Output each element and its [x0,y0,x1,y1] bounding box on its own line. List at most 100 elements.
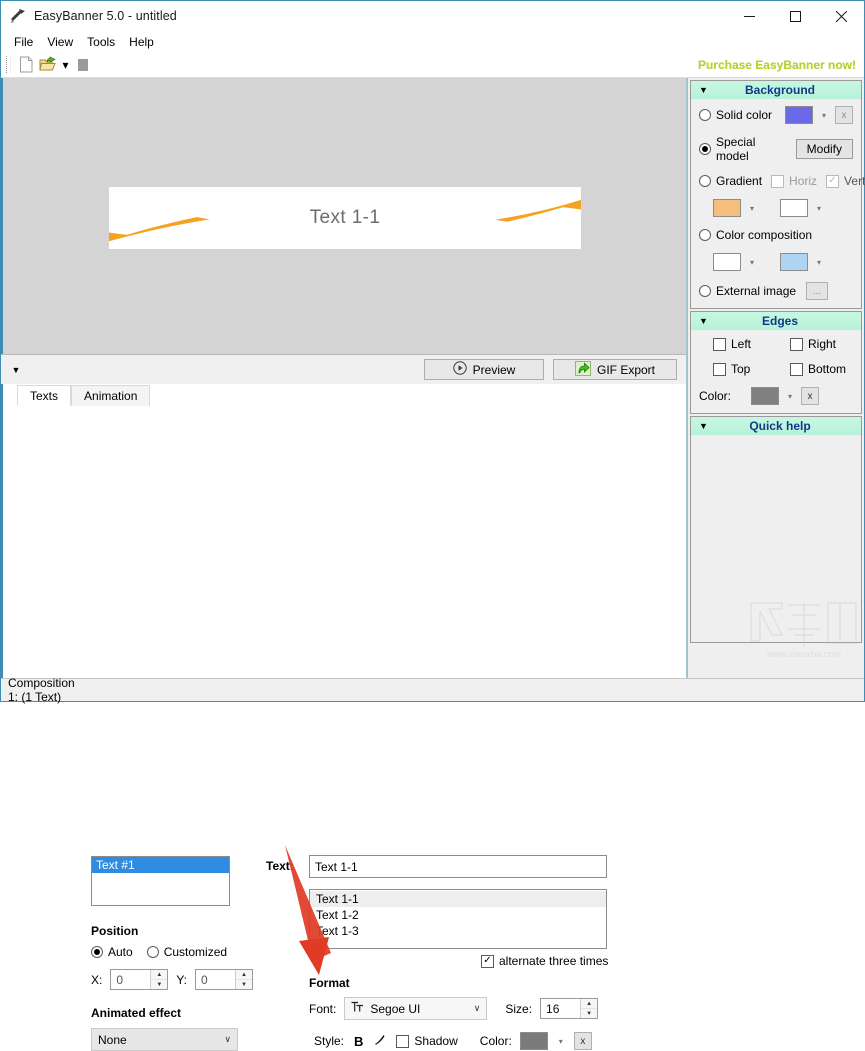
font-select[interactable]: Segoe UI ∨ [344,997,488,1020]
solid-color-radio[interactable]: Solid color [699,108,772,122]
toolbar: ▾ Purchase EasyBanner now! [1,52,864,78]
tab-texts-label: Texts [30,388,59,403]
gradient-horiz-checkbox[interactable]: Horiz [771,174,817,188]
chevron-down-icon[interactable]: ▾ [819,111,829,120]
clear-edge-color-button[interactable]: x [801,387,820,405]
new-document-icon[interactable] [15,54,37,75]
x-value[interactable]: 0 [111,970,150,989]
solid-color-swatch[interactable] [784,106,813,124]
edge-left-label: Left [731,337,752,351]
menu-item-tools[interactable]: Tools [80,33,122,51]
text-input[interactable]: Text 1-1 [309,855,607,878]
collapse-caret-icon[interactable]: ▼ [699,421,708,431]
stepper-up-icon[interactable]: ▲ [151,970,168,980]
stepper-down-icon[interactable]: ▼ [581,1009,597,1018]
chevron-down-icon[interactable]: ▾ [814,258,824,267]
edge-left-checkbox[interactable]: Left [699,337,751,351]
clear-text-color-button[interactable]: x [573,1032,592,1050]
menu-item-help[interactable]: Help [122,33,161,51]
color-composition-swatches-row: ▾ ▾ [699,253,853,271]
edges-group-header[interactable]: ▼ Edges [691,312,861,330]
stepper-up-icon[interactable]: ▲ [581,999,598,1009]
text-lines-list[interactable]: Text 1-1 Text 1-2 Text 1-3 [309,889,607,949]
banner-canvas[interactable]: Text 1-1 [1,78,686,354]
banner-preview[interactable]: Text 1-1 [109,187,581,249]
collapse-caret-icon[interactable]: ▼ [699,316,708,326]
browse-external-image-button[interactable]: ... [806,282,829,300]
open-dropdown-caret-icon[interactable]: ▾ [59,54,72,75]
chevron-down-icon[interactable]: ▾ [747,204,757,213]
special-model-radio[interactable]: Special model [699,135,790,163]
y-stepper[interactable]: 0 ▲ ▼ [195,969,254,990]
animated-effect-heading: Animated effect [91,1006,182,1020]
y-value[interactable]: 0 [196,970,235,989]
composition-color-1-swatch[interactable] [713,253,741,271]
list-item[interactable]: Text 1-3 [310,923,606,939]
list-item[interactable]: Text 1-1 [310,891,606,907]
edge-left-cell: Left [699,337,776,351]
edge-right-checkbox[interactable]: Right [776,337,836,351]
quick-help-group-title: Quick help [749,419,811,433]
gradient-color-2-swatch[interactable] [780,199,809,217]
menu-item-file[interactable]: File [7,33,40,51]
tab-animation[interactable]: Animation [71,385,151,406]
stop-square-icon[interactable] [72,54,94,75]
quick-help-group-header[interactable]: ▼ Quick help [691,417,861,435]
stepper-down-icon[interactable]: ▼ [151,980,167,989]
edge-top-checkbox[interactable]: Top [699,362,750,376]
animated-effect-select[interactable]: None ∨ [91,1028,238,1051]
color-composition-radio[interactable]: Color composition [699,228,812,242]
font-row: Font: Segoe UI ∨ Size: 16 ▲ ▼ [309,997,599,1020]
list-item[interactable]: Text 1-2 [310,907,606,923]
modify-button[interactable]: Modify [795,139,853,159]
purchase-link[interactable]: Purchase EasyBanner now! [698,58,856,72]
gradient-color-1-swatch[interactable] [713,199,741,217]
chevron-down-icon[interactable]: ▾ [785,392,795,401]
external-image-radio[interactable]: External image [699,284,796,298]
edge-bottom-checkbox[interactable]: Bottom [776,362,846,376]
position-mode-group: Auto Customized [91,945,227,959]
solid-color-label: Solid color [716,108,773,122]
shadow-label: Shadow [414,1034,458,1048]
gradient-vert-checkbox[interactable]: ✓ Vert [826,174,865,188]
shadow-checkbox[interactable]: Shadow [396,1034,458,1048]
background-group-header[interactable]: ▼ Background [691,81,861,99]
collapse-caret-icon[interactable]: ▼ [699,85,708,95]
y-stepper-arrows[interactable]: ▲ ▼ [235,970,253,989]
maximize-button[interactable] [772,1,818,31]
gradient-radio[interactable]: Gradient [699,174,762,188]
text-color-swatch[interactable] [519,1032,548,1050]
italic-button[interactable] [373,1033,386,1049]
position-customized-radio[interactable]: Customized [146,945,227,959]
open-folder-icon[interactable] [37,54,59,75]
clear-solid-color-button[interactable]: x [835,106,853,124]
x-stepper-arrows[interactable]: ▲ ▼ [150,970,168,989]
gif-export-button[interactable]: GIF Export [553,359,677,380]
chevron-down-icon[interactable]: ▾ [814,204,824,213]
collapse-canvas-caret-icon[interactable]: ▼ [5,365,27,375]
toolbar-grip[interactable] [6,56,11,73]
alternate-three-times-checkbox[interactable]: ✓ alternate three times [481,954,608,968]
size-value[interactable]: 16 [541,999,580,1018]
tab-texts[interactable]: Texts [17,385,72,406]
position-auto-radio[interactable]: Auto [91,945,133,959]
size-stepper[interactable]: 16 ▲ ▼ [540,998,599,1019]
chevron-down-icon[interactable]: ▾ [747,258,757,267]
edge-color-swatch[interactable] [751,387,780,405]
close-button[interactable] [818,1,864,31]
list-item[interactable]: Text #1 [92,857,229,873]
chevron-down-icon[interactable]: ▾ [556,1037,566,1046]
menu-item-view[interactable]: View [40,33,80,51]
preview-button[interactable]: Preview [424,359,544,380]
minimize-button[interactable] [726,1,772,31]
composition-color-2-swatch[interactable] [780,253,809,271]
x-stepper[interactable]: 0 ▲ ▼ [110,969,169,990]
text-items-listbox[interactable]: Text #1 [91,856,230,906]
position-coordinates: X: 0 ▲ ▼ Y: 0 ▲ ▼ [91,969,254,990]
edges-group-title: Edges [761,314,798,328]
stepper-up-icon[interactable]: ▲ [236,970,253,980]
size-stepper-arrows[interactable]: ▲ ▼ [580,999,598,1018]
stepper-down-icon[interactable]: ▼ [236,980,252,989]
bold-button[interactable]: B [352,1034,365,1049]
right-panel: ▼ Background Solid color ▾ x Special mod… [687,78,865,678]
